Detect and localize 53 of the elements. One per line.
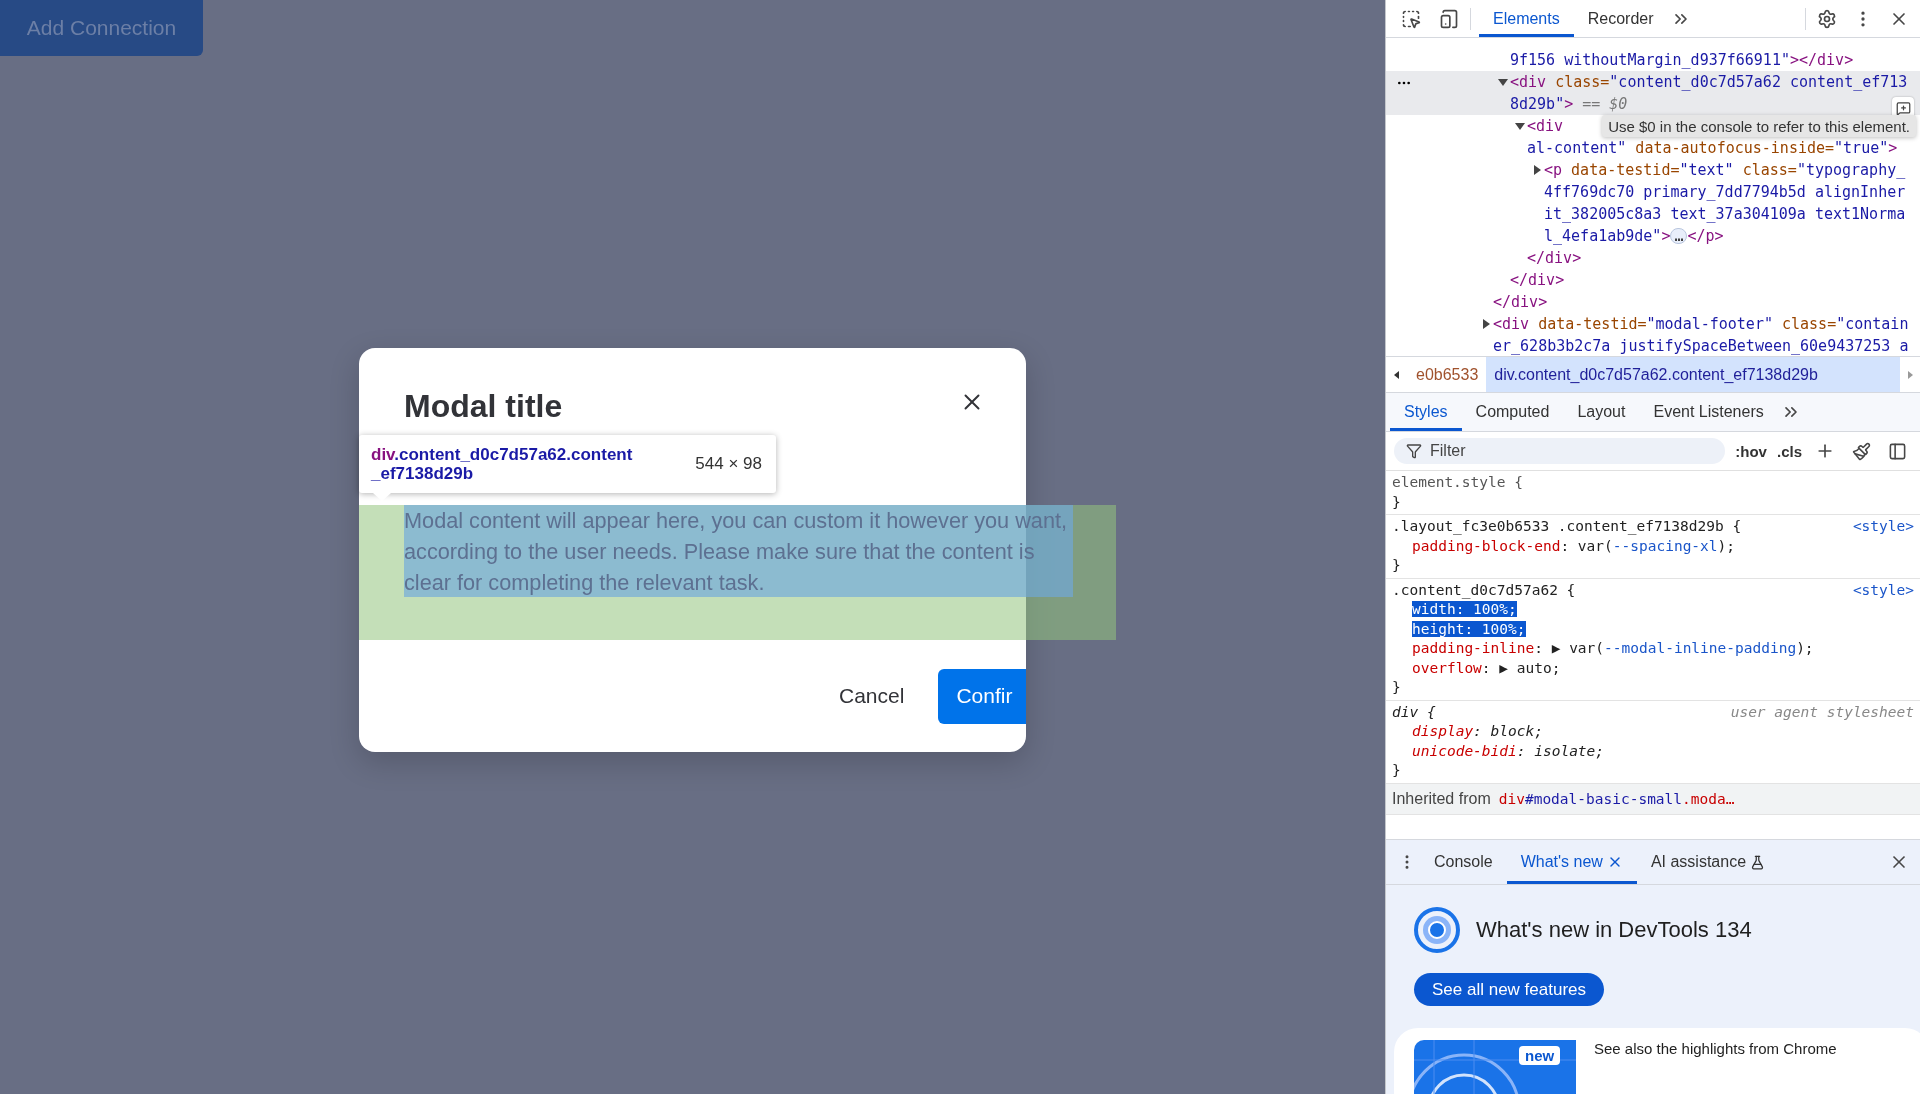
new-badge: new	[1519, 1046, 1561, 1065]
css-selector: div {	[1392, 702, 1436, 722]
cancel-button[interactable]: Cancel	[835, 668, 909, 724]
card-text: See also the highlights from Chrome	[1594, 1040, 1837, 1059]
inherited-label: Inherited from	[1392, 789, 1491, 808]
styles-tab[interactable]: Event Listeners	[1639, 393, 1778, 431]
closing-brace: }	[1392, 762, 1401, 778]
dom-tooltip: Use $0 in the console to refer to this element.	[1602, 115, 1916, 137]
css-selector: .layout_fc3e0b6533 .content_ef7138d29b {	[1392, 517, 1742, 537]
element-size: 544 × 98	[695, 454, 762, 474]
panel-tab[interactable]: Recorder	[1573, 0, 1668, 37]
breadcrumb[interactable]: div.content_d0c7d57a62.content_ef7138d29b	[1486, 357, 1900, 392]
dom-node[interactable]: <div data-testid="modal-footer" class="contain er_628b3b2c7a justifySpaceBetween_60e9437253 a	[1493, 313, 1909, 356]
code-line: </div>	[1527, 248, 1582, 269]
style-source-link[interactable]: <style>	[1852, 517, 1914, 537]
confirm-button[interactable]: Confir	[938, 668, 1026, 724]
inherited-selector[interactable]: div#modal-basic-small.moda…	[1498, 790, 1735, 807]
css-declaration: display: block;	[1412, 723, 1543, 739]
panel-tab[interactable]: Elements	[1479, 0, 1574, 37]
stylesheet-origin: user agent stylesheet	[1730, 702, 1914, 722]
code-line: 9f156 withoutMargin_d937f66911"></div>	[1510, 50, 1854, 71]
filter-icon	[1406, 443, 1422, 459]
css-declaration: height: 100%;	[1412, 620, 1526, 637]
css-selector: element.style {	[1392, 473, 1523, 492]
modal-body-text: Modal content will appear here, you can custom it however you want, according to the user needs. Please make sure that the content is clear for completing the relevant task.	[404, 507, 1069, 597]
styles-tab[interactable]: Layout	[1563, 393, 1640, 431]
filter-field[interactable]: Filter	[1394, 438, 1726, 464]
css-selector: .content_d0c7d57a62 {	[1392, 580, 1576, 600]
code-line: </div>	[1493, 292, 1548, 313]
hover-state-toggle[interactable]: :hov	[1735, 442, 1767, 460]
see-features-button[interactable]: See all new features	[1414, 973, 1605, 1006]
drawer-tab[interactable]: Console	[1420, 840, 1507, 884]
modal-title: Modal title	[404, 387, 563, 426]
code-line: </div>	[1510, 270, 1565, 291]
drawer-tab[interactable]: AI assistance	[1636, 840, 1780, 884]
closing-brace: }	[1392, 493, 1401, 510]
css-declaration: overflow: ▶ auto;	[1412, 659, 1561, 676]
dom-node[interactable]: <p data-testid="text" class="typography_ 4ff769dc70 primary_7dd7794b5d alignInher it_382005c8a3 text_37a304109a text1Norma l_4efa1ab9de"> … </p>	[1544, 159, 1906, 247]
closing-brace: }	[1392, 557, 1401, 573]
logo-icon	[1414, 907, 1460, 953]
css-declaration: unicode-bidi: isolate;	[1412, 742, 1605, 759]
highlight-card[interactable]: new See also the highlights from Chrome	[1394, 1028, 1920, 1094]
closing-brace: }	[1392, 679, 1401, 695]
css-declaration: width: 100%;	[1412, 601, 1517, 617]
css-declaration: padding-block-end: var(--spacing-xl);	[1412, 537, 1736, 554]
css-declaration: padding-inline: ▶ var(--modal-inline-padding);	[1412, 640, 1814, 656]
styles-tab[interactable]: Styles	[1390, 393, 1462, 431]
whats-new-title: What's new in DevTools 134	[1476, 917, 1752, 943]
styles-tab[interactable]: Computed	[1461, 393, 1564, 431]
element-selector: div.content_d0c7d57a62.content_ef7138d29b	[371, 445, 634, 483]
class-toggle[interactable]: .cls	[1776, 442, 1802, 460]
style-source-link[interactable]: <style>	[1852, 580, 1914, 600]
drawer-tab[interactable]: What's new	[1506, 840, 1637, 884]
